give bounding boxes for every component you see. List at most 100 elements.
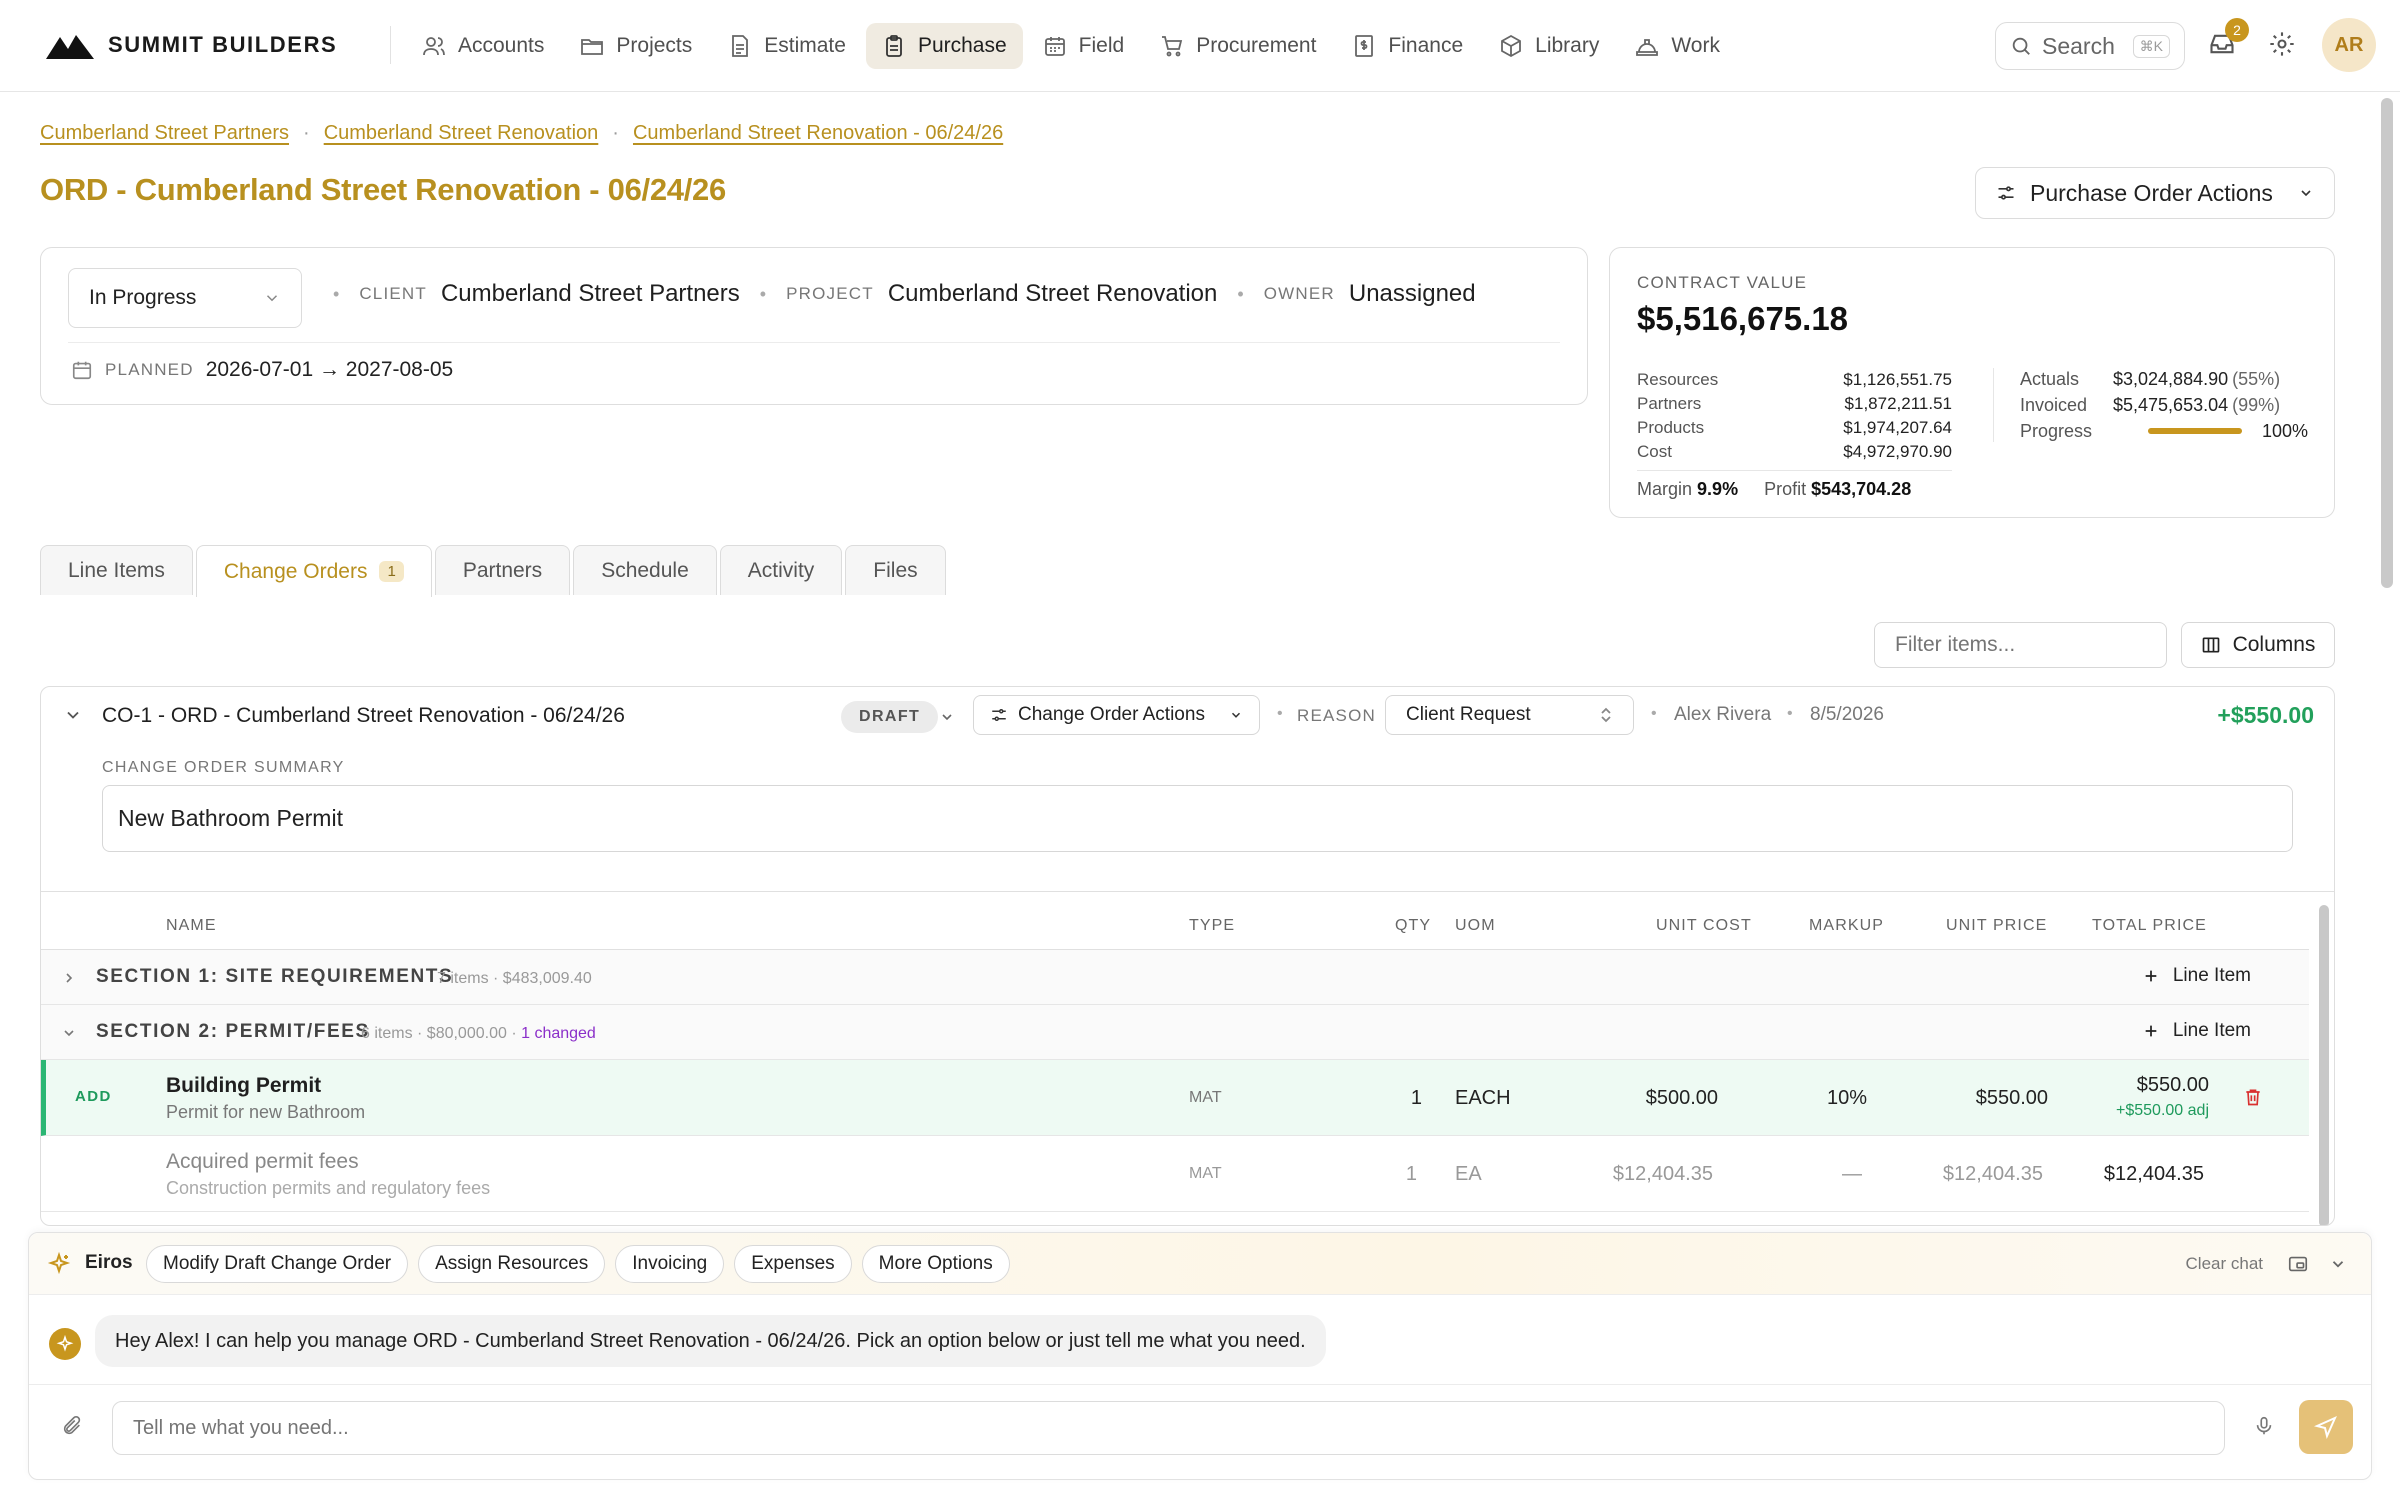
item-unit-price: $550.00: [1975, 1087, 2048, 1109]
tab-files[interactable]: Files: [845, 545, 946, 595]
change-order-header: CO-1 - ORD - Cumberland Street Renovatio…: [41, 687, 2334, 743]
client-value[interactable]: Cumberland Street Partners: [441, 280, 740, 308]
nav-item-library[interactable]: Library: [1483, 23, 1615, 69]
paperclip-icon[interactable]: [61, 1415, 83, 1437]
trash-icon[interactable]: [2243, 1087, 2263, 1107]
nav-item-accounts[interactable]: Accounts: [406, 23, 560, 69]
item-qty[interactable]: 1: [1411, 1087, 1422, 1110]
tab-count-badge: 1: [379, 561, 404, 582]
chip-assign-resources[interactable]: Assign Resources: [418, 1245, 606, 1283]
gear-icon[interactable]: [2268, 30, 2298, 60]
tab-schedule[interactable]: Schedule: [573, 545, 717, 595]
user-avatar[interactable]: AR: [2322, 18, 2376, 72]
table-scrollbar[interactable]: [2319, 905, 2329, 1225]
nav-label: Projects: [616, 34, 693, 57]
owner-value[interactable]: Unassigned: [1349, 280, 1476, 308]
nav-label: Estimate: [764, 34, 846, 57]
calendar-icon: [71, 359, 93, 381]
microphone-icon[interactable]: [2253, 1415, 2275, 1437]
chevron-right-icon[interactable]: [61, 970, 77, 986]
chip-modify-draft[interactable]: Modify Draft Change Order: [146, 1245, 409, 1283]
tab-change-orders[interactable]: Change Orders 1: [195, 545, 432, 597]
section-row[interactable]: SECTION 2: PERMIT/FEES 6 items · $80,000…: [41, 1005, 2309, 1060]
plus-icon: [2143, 1023, 2159, 1039]
nav-item-finance[interactable]: Finance: [1336, 23, 1479, 69]
status-select[interactable]: In Progress: [68, 268, 302, 328]
change-order-author: Alex Rivera: [1674, 704, 1772, 725]
planned-dates: PLANNED 2026-07-01 → 2027-08-05: [71, 358, 453, 382]
summary-input[interactable]: New Bathroom Permit: [102, 785, 2293, 852]
financial-status: Actuals $3,024,884.90 (55%) Invoiced $5,…: [2020, 366, 2308, 444]
chip-invoicing[interactable]: Invoicing: [615, 1245, 725, 1283]
table-row[interactable]: ADD Building Permit Permit for new Bathr…: [41, 1060, 2309, 1136]
item-markup[interactable]: 10%: [1827, 1087, 1867, 1110]
clear-chat-button[interactable]: Clear chat: [2186, 1254, 2263, 1274]
reason-select[interactable]: Client Request: [1385, 695, 1634, 735]
chip-expenses[interactable]: Expenses: [734, 1245, 852, 1283]
divider: [68, 342, 1560, 343]
progress-row: Progress 100%: [2020, 418, 2308, 444]
add-line-item-button[interactable]: Line Item: [2143, 965, 2251, 987]
popout-icon[interactable]: [2287, 1253, 2309, 1275]
columns-button[interactable]: Columns: [2181, 622, 2335, 668]
nav-label: Finance: [1388, 34, 1464, 57]
tab-activity[interactable]: Activity: [719, 545, 843, 595]
chevron-down-icon[interactable]: [61, 1025, 77, 1041]
page-scrollbar[interactable]: [2381, 98, 2393, 588]
status-badge[interactable]: DRAFT: [841, 701, 939, 733]
filter-items-input[interactable]: [1874, 622, 2167, 668]
brand[interactable]: SUMMIT BUILDERS: [46, 31, 337, 59]
table-row[interactable]: Acquired permit fees Construction permit…: [41, 1136, 2309, 1212]
chevron-down-icon[interactable]: [2329, 1255, 2347, 1273]
item-adjustment: +$550.00 adj: [2116, 1102, 2209, 1119]
breakdown-label: Partners: [1637, 394, 1702, 413]
chip-more-options[interactable]: More Options: [861, 1245, 1010, 1283]
nav-item-procurement[interactable]: Procurement: [1144, 23, 1332, 69]
planned-value[interactable]: 2026-07-01 → 2027-08-05: [206, 358, 454, 382]
col-qty[interactable]: QTY: [1395, 917, 1431, 935]
tab-label: Activity: [747, 558, 815, 582]
reason-label: REASON: [1297, 706, 1376, 725]
tab-label: Files: [873, 558, 918, 582]
tab-line-items[interactable]: Line Items: [40, 545, 193, 595]
actuals-label: Actuals: [2020, 368, 2080, 389]
chat-input[interactable]: [112, 1401, 2225, 1455]
collapse-chevron-icon[interactable]: [63, 705, 83, 725]
change-order-title[interactable]: CO-1 - ORD - Cumberland Street Renovatio…: [102, 704, 625, 728]
breadcrumb-client[interactable]: Cumberland Street Partners: [40, 122, 289, 145]
item-unit-cost[interactable]: $500.00: [1646, 1087, 1718, 1110]
nav-item-estimate[interactable]: Estimate: [712, 23, 862, 69]
col-total-price[interactable]: TOTAL PRICE: [2092, 917, 2207, 935]
tab-label: Schedule: [601, 558, 689, 582]
send-button[interactable]: [2299, 1400, 2353, 1454]
breakdown-value: $4,972,970.90: [1843, 442, 1952, 461]
add-line-item-button[interactable]: Line Item: [2143, 1020, 2251, 1042]
item-uom: EA: [1455, 1163, 1482, 1185]
section-row[interactable]: SECTION 1: SITE REQUIREMENTS 7 items · $…: [41, 950, 2309, 1005]
chevron-down-icon[interactable]: [939, 709, 955, 725]
global-search[interactable]: Search ⌘K: [1995, 22, 2185, 70]
tab-partners[interactable]: Partners: [434, 545, 571, 595]
change-order-actions-button[interactable]: Change Order Actions: [973, 695, 1260, 735]
clipboard-icon: [882, 34, 906, 58]
col-markup[interactable]: MARKUP: [1809, 917, 1884, 935]
divider: [29, 1384, 2371, 1385]
nav-item-purchase[interactable]: Purchase: [865, 23, 1023, 69]
col-unit-cost[interactable]: UNIT COST: [1656, 917, 1752, 935]
purchase-order-actions-button[interactable]: Purchase Order Actions: [1975, 167, 2335, 219]
breadcrumb-order[interactable]: Cumberland Street Renovation - 06/24/26: [633, 122, 1003, 145]
profit: Profit $543,704.28: [1764, 479, 1911, 500]
columns-icon: [2201, 635, 2221, 655]
change-order-panel: CO-1 - ORD - Cumberland Street Renovatio…: [40, 686, 2335, 1226]
col-type[interactable]: TYPE: [1189, 917, 1235, 935]
col-name[interactable]: NAME: [166, 917, 217, 935]
nav-item-projects[interactable]: Projects: [564, 23, 708, 69]
nav-item-work[interactable]: Work: [1619, 23, 1736, 69]
breakdown-label: Resources: [1637, 370, 1719, 389]
col-uom[interactable]: UOM: [1455, 917, 1496, 935]
project-value[interactable]: Cumberland Street Renovation: [888, 280, 1218, 308]
col-unit-price[interactable]: UNIT PRICE: [1946, 917, 2047, 935]
section-meta: 6 items · $80,000.00 · 1 changed: [361, 1025, 596, 1043]
breadcrumb-project[interactable]: Cumberland Street Renovation: [324, 122, 599, 145]
nav-item-field[interactable]: Field: [1027, 23, 1141, 69]
